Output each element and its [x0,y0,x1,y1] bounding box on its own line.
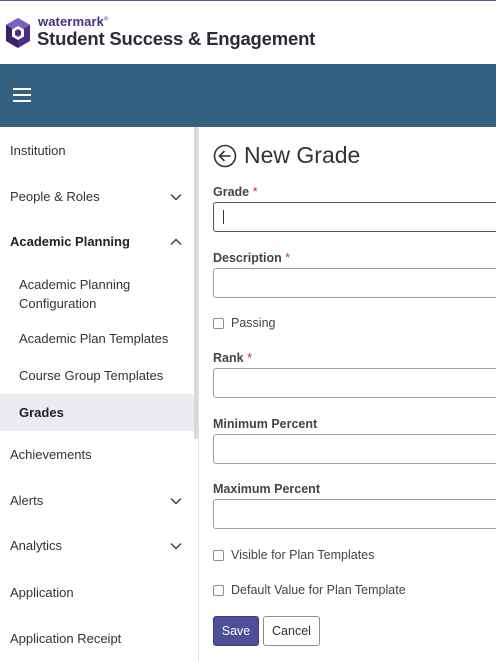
passing-checkbox[interactable] [213,318,224,329]
page-title: New Grade [244,142,361,168]
sidebar-item-application-receipt[interactable]: Application Receipt [0,615,194,661]
product-name: Student Success & Engagement [37,28,316,49]
minimum-percent-input[interactable] [213,434,496,464]
sidebar-item-grades[interactable]: Grades [0,394,194,431]
maximum-percent-input[interactable] [213,499,496,529]
sidebar-item-institution[interactable]: Institution [0,127,194,173]
grade-input[interactable] [213,202,496,232]
navbar [0,64,496,127]
maximum-percent-label: Maximum Percent [213,482,320,496]
app-header: watermark® Student Success & Engagement [0,0,496,64]
description-input[interactable] [213,268,496,298]
sidebar-item-academic-planning-configuration[interactable]: Academic Planning Configuration [0,269,194,315]
default-plan-template-label: Default Value for Plan Template [231,583,406,597]
brand-name: watermark® [38,14,109,29]
sidebar-item-achievements[interactable]: Achievements [0,431,194,477]
rank-label: Rank * [213,351,252,365]
sidebar-item-academic-plan-templates[interactable]: Academic Plan Templates [0,321,194,357]
chevron-down-icon [170,497,182,505]
watermark-logo-icon [6,18,30,48]
sidebar: Institution People & Roles Academic Plan… [0,127,199,661]
hamburger-menu-icon[interactable] [13,87,31,103]
rank-input[interactable] [213,368,496,398]
description-label: Description * [213,251,291,265]
sidebar-item-application[interactable]: Application [0,569,194,615]
visible-plan-templates-label: Visible for Plan Templates [231,548,375,562]
text-caret [223,210,224,224]
chevron-up-icon [170,238,182,246]
back-arrow-icon[interactable] [213,144,237,168]
default-plan-template-checkbox[interactable] [213,585,224,596]
minimum-percent-label: Minimum Percent [213,417,318,431]
visible-plan-templates-checkbox[interactable] [213,550,224,561]
sidebar-item-alerts[interactable]: Alerts [0,477,194,523]
sidebar-item-course-group-templates[interactable]: Course Group Templates [0,358,194,394]
cancel-button[interactable]: Cancel [263,616,320,646]
passing-label: Passing [231,316,276,330]
chevron-down-icon [170,542,182,550]
save-button[interactable]: Save [213,616,259,646]
main-content: New Grade Grade * Description * Passing … [199,127,496,661]
grade-label: Grade * [213,185,258,199]
sidebar-item-academic-planning[interactable]: Academic Planning [0,219,194,263]
sidebar-item-analytics[interactable]: Analytics [0,523,194,569]
chevron-down-icon [170,193,182,201]
sidebar-item-people-roles[interactable]: People & Roles [0,173,194,219]
